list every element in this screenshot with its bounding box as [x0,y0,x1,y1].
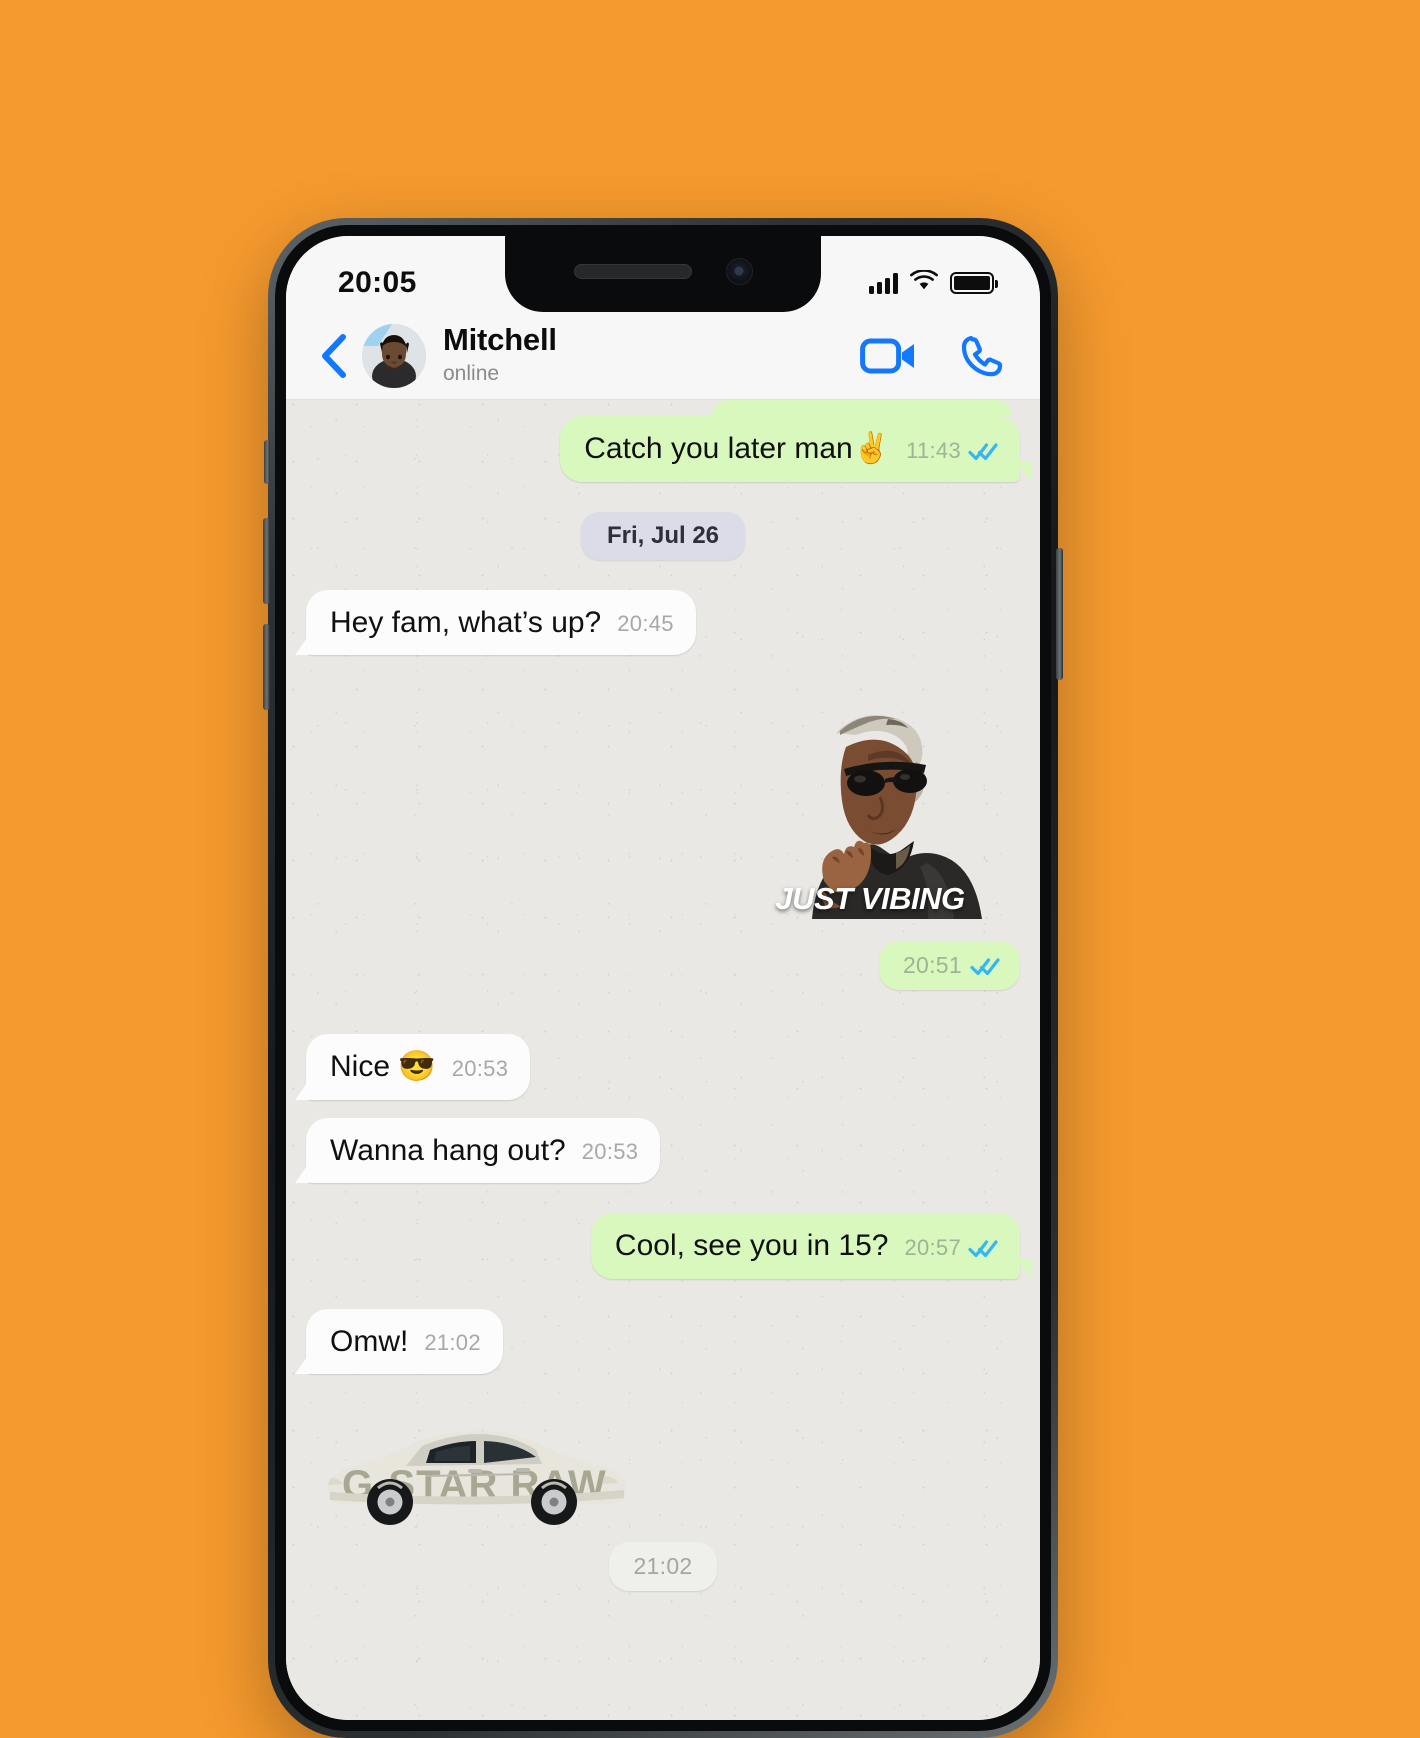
message-meta: 20:53 [582,1139,639,1169]
message-row[interactable]: Hey fam, what’s up? 20:45 [295,589,1020,655]
gif-caption-overlay: JUST VIBING [775,881,965,916]
message-text: Omw! [330,1324,409,1358]
phone-bezel: 20:05 Mitchell online Catch you later ma… [275,225,1051,1731]
media-message-row[interactable]: JUST VIBING [306,685,1020,919]
message-text: Catch you later man✌️ [584,432,891,465]
phone-device-frame: 20:05 Mitchell online Catch you later ma… [263,218,1063,1738]
message-timestamp: 20:45 [617,611,674,636]
message-row[interactable]: Cool, see you in 15? 20:57 [306,1213,1032,1279]
wifi-icon [909,268,939,297]
power-button[interactable] [1056,548,1063,680]
message-timestamp: 21:02 [633,1553,693,1579]
message-list[interactable]: Catch you later man✌️ 11:43 Fri, Jul 26 … [286,400,1040,1720]
message-text: Wanna hang out? [330,1133,566,1167]
front-camera-icon [725,257,753,285]
message-text: Hey fam, what’s up? [330,605,602,639]
message-meta: 11:43 [906,438,998,468]
status-bar-indicators [869,268,998,297]
gif-message[interactable]: JUST VIBING [720,685,1020,919]
chat-header: Mitchell online [286,312,1040,400]
media-timestamp-row: 21:02 [306,1542,1020,1591]
phone-icon [961,335,1003,376]
message-row[interactable]: Catch you later man✌️ 11:43 [306,416,1031,482]
date-chip: Fri, Jul 26 [580,511,746,560]
message-timestamp: 20:57 [904,1234,961,1260]
date-divider-row: Fri, Jul 26 [306,511,1020,560]
partial-outgoing-bubble [712,400,1012,416]
volume-up-button[interactable] [263,518,270,604]
device-notch [505,236,821,312]
message-timestamp: 11:43 [906,437,961,463]
message-timestamp: 20:53 [451,1055,509,1081]
message-timestamp: 20:53 [581,1139,639,1164]
message-row[interactable]: Nice 😎 20:53 [294,1034,1020,1100]
incoming-media-timestamp-chip[interactable]: 21:02 [609,1542,717,1591]
message-row[interactable]: Omw! 21:02 [295,1308,1020,1374]
contact-name: Mitchell [443,322,557,358]
volume-down-button[interactable] [263,624,270,710]
read-receipt-double-check-icon [968,1238,998,1258]
battery-full-icon [950,272,998,294]
message-text: Nice 😎 [330,1050,436,1083]
voice-call-button[interactable] [960,333,1006,379]
status-bar-clock: 20:05 [338,266,417,299]
back-button[interactable] [310,330,356,382]
video-camera-icon [860,338,914,373]
contact-info[interactable]: Mitchell online [443,323,860,387]
incoming-message-bubble[interactable]: Wanna hang out? 20:53 [294,1117,661,1183]
outgoing-media-timestamp-chip[interactable]: 20:51 [878,941,1020,990]
message-timestamp: 20:51 [902,952,962,978]
message-meta: 20:45 [617,611,674,641]
avatar[interactable] [362,323,426,388]
media-message-row[interactable]: G-STAR RAW [306,1418,1020,1528]
video-call-button[interactable] [860,336,918,376]
chevron-left-icon [322,333,346,378]
read-receipt-double-check-icon [970,956,1000,976]
phone-screen: 20:05 Mitchell online Catch you later ma… [286,236,1040,1720]
read-receipt-double-check-icon [968,441,998,461]
media-timestamp-row: 20:51 [306,941,1020,990]
sticker-message[interactable]: G-STAR RAW [318,1418,636,1528]
message-meta: 20:57 [904,1235,998,1265]
header-actions [860,333,1006,379]
message-meta: 20:53 [452,1056,509,1086]
outgoing-message-bubble[interactable]: Cool, see you in 15? 20:57 [590,1213,1032,1279]
message-text: Cool, see you in 15? [614,1229,889,1262]
earpiece-speaker [573,263,692,279]
message-row[interactable]: Wanna hang out? 20:53 [294,1117,1020,1183]
message-timestamp: 21:02 [424,1330,481,1355]
contact-presence-status: online [443,362,500,386]
incoming-message-bubble[interactable]: Omw! 21:02 [295,1308,503,1374]
cellular-signal-icon [869,272,898,294]
message-meta: 21:02 [424,1330,481,1360]
silent-switch[interactable] [264,440,270,484]
incoming-message-bubble[interactable]: Hey fam, what’s up? 20:45 [295,589,696,655]
incoming-message-bubble[interactable]: Nice 😎 20:53 [294,1034,531,1100]
partial-message-row [306,400,1020,416]
outgoing-message-bubble[interactable]: Catch you later man✌️ 11:43 [560,416,1031,482]
